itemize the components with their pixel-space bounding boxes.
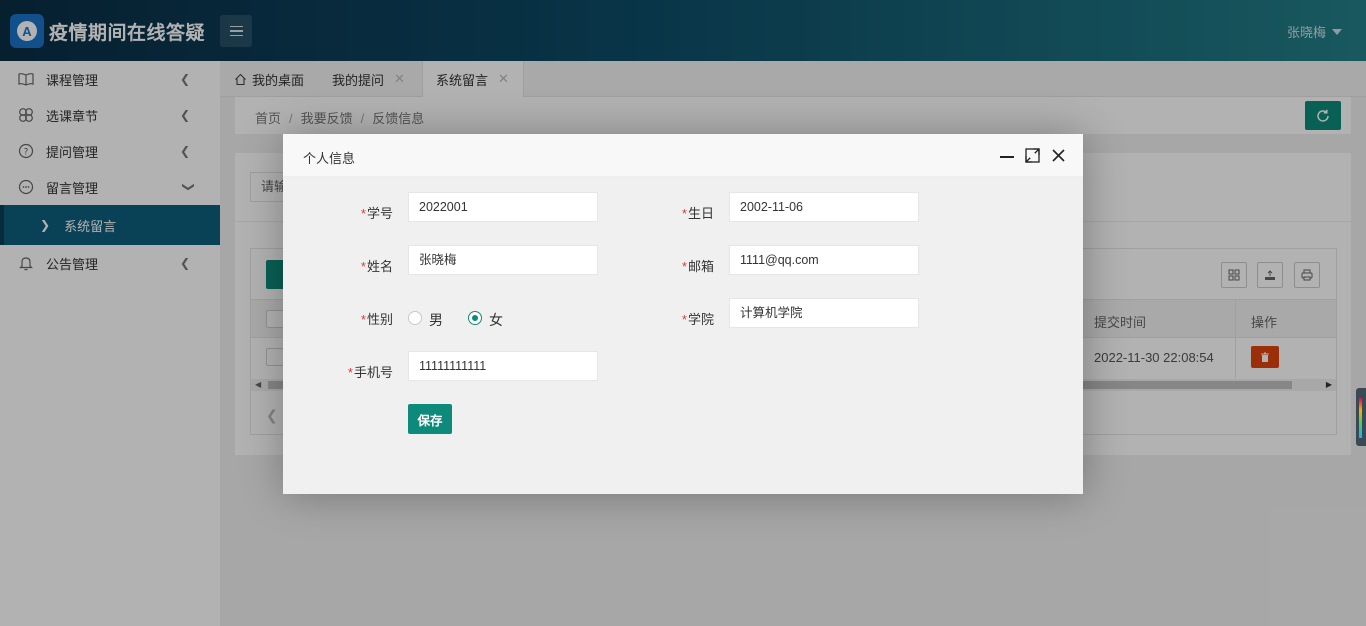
birthday-label: *生日 [681, 206, 714, 221]
email-field[interactable]: 1111@qq.com [729, 245, 919, 275]
gender-male-radio[interactable] [408, 311, 422, 325]
name-field[interactable]: 张晓梅 [408, 245, 598, 275]
student-id-field[interactable]: 2022001 [408, 192, 598, 222]
email-label: *邮箱 [681, 259, 714, 274]
maximize-icon[interactable] [1025, 148, 1040, 163]
gender-female-radio[interactable] [468, 311, 482, 325]
personal-info-dialog: 个人信息 *学号 2022001 *生日 2002-11-06 *姓名 张晓梅 … [283, 134, 1083, 494]
close-icon[interactable] [1051, 148, 1066, 163]
gender-female-label[interactable]: 女 [489, 310, 503, 330]
name-label: *姓名 [360, 259, 393, 274]
gender-male-label[interactable]: 男 [429, 310, 443, 330]
gender-label: *性别 [360, 312, 393, 327]
side-widget[interactable] [1356, 388, 1366, 446]
dialog-title: 个人信息 [303, 151, 356, 166]
dialog-header: 个人信息 [283, 134, 1083, 177]
college-label: *学院 [681, 312, 714, 327]
phone-field[interactable]: 11111111111 [408, 351, 598, 381]
birthday-field[interactable]: 2002-11-06 [729, 192, 919, 222]
save-button[interactable]: 保存 [408, 404, 452, 434]
student-id-label: *学号 [360, 206, 393, 221]
minimize-icon[interactable] [1000, 156, 1014, 158]
phone-label: *手机号 [347, 365, 393, 380]
college-field[interactable]: 计算机学院 [729, 298, 919, 328]
